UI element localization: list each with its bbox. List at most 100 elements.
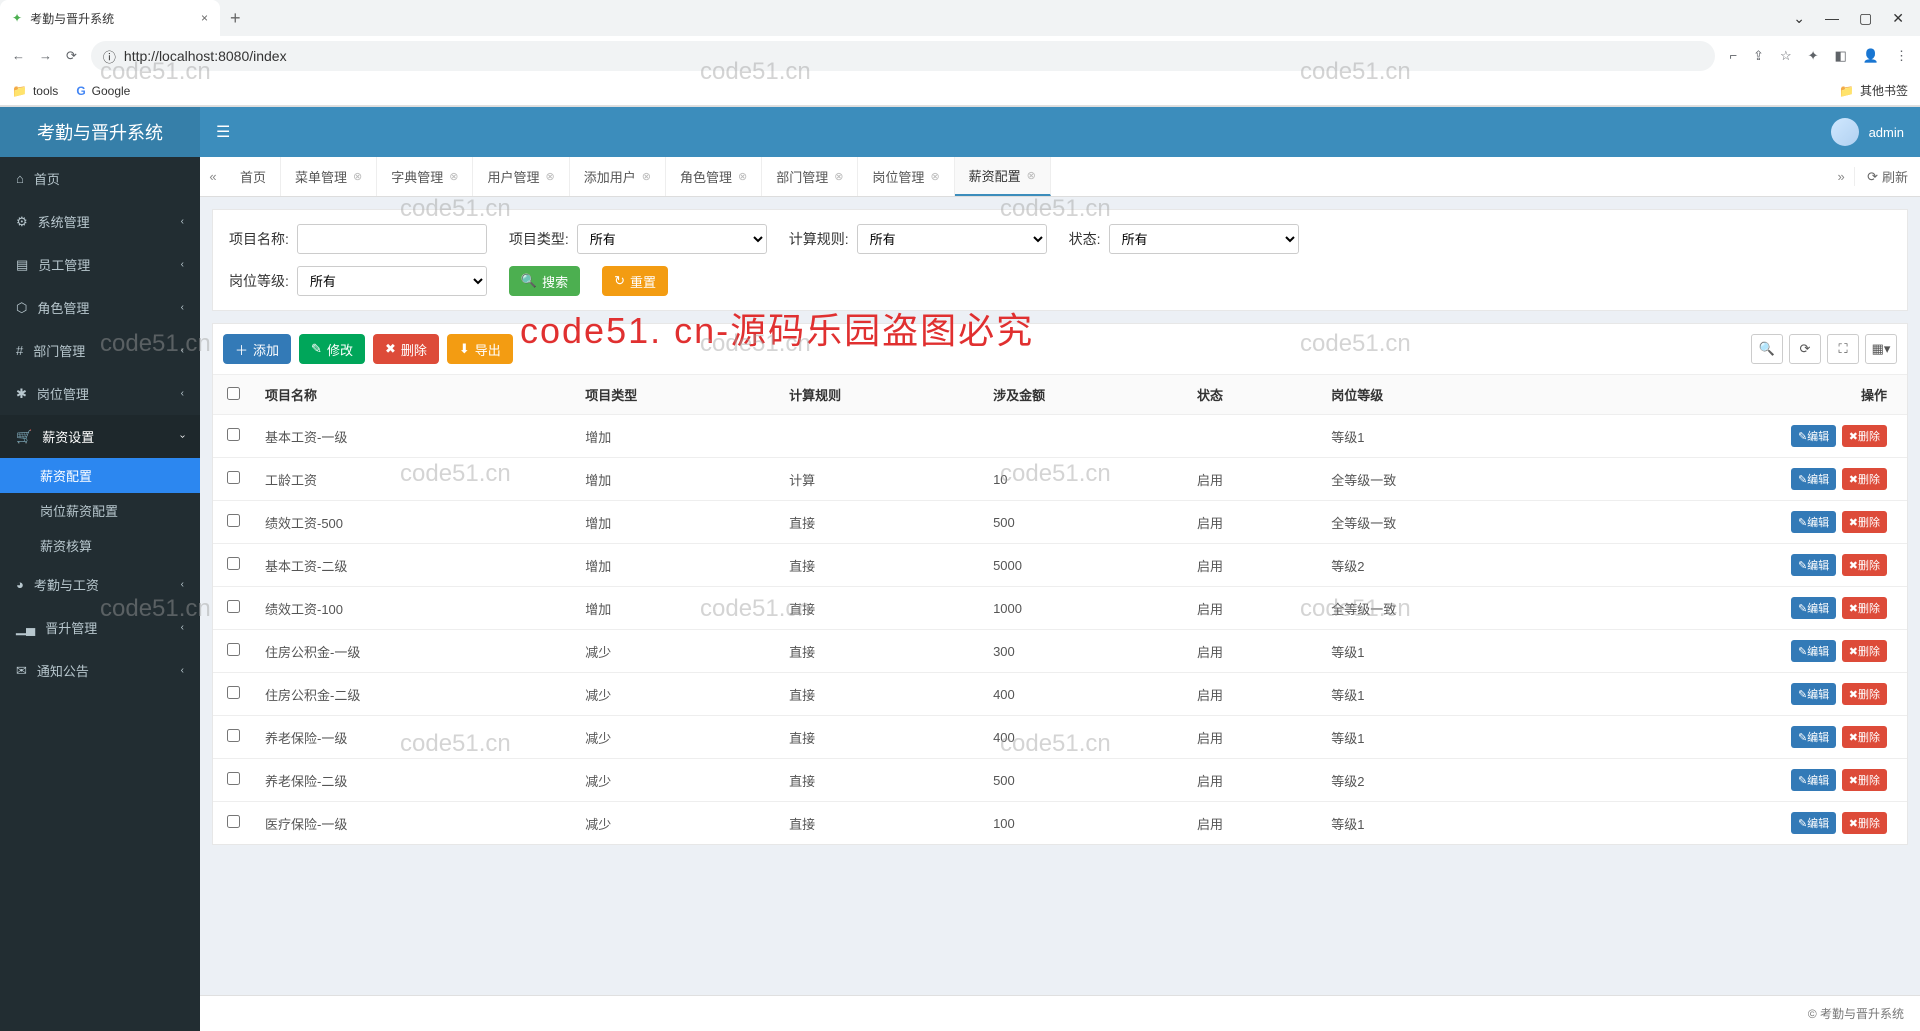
edit-button[interactable]: ✎修改	[299, 334, 365, 364]
row-delete-button[interactable]: ✖删除	[1842, 554, 1887, 576]
add-button[interactable]: ＋添加	[223, 334, 291, 364]
tab-8[interactable]: 薪资配置⊗	[955, 157, 1051, 196]
col-header-1[interactable]: 项目类型	[573, 375, 777, 415]
tab-close-icon[interactable]: ⊗	[449, 170, 458, 183]
tab-close-icon[interactable]: ⊗	[353, 170, 362, 183]
panel-icon[interactable]: ◧	[1835, 48, 1847, 64]
post-level-select[interactable]: 所有	[297, 266, 487, 296]
delete-button[interactable]: ✖删除	[373, 334, 439, 364]
row-edit-button[interactable]: ✎编辑	[1791, 597, 1836, 619]
row-edit-button[interactable]: ✎编辑	[1791, 425, 1836, 447]
row-checkbox[interactable]	[227, 514, 240, 527]
row-checkbox[interactable]	[227, 729, 240, 742]
tab-5[interactable]: 角色管理⊗	[666, 157, 762, 196]
table-row[interactable]: 基本工资-二级 增加 直接 5000 启用 等级2 ✎编辑 ✖删除	[213, 544, 1907, 587]
col-header-2[interactable]: 计算规则	[777, 375, 981, 415]
col-header-0[interactable]: 项目名称	[253, 375, 573, 415]
user-menu[interactable]: admin	[1815, 118, 1920, 146]
tab-close-icon[interactable]: ⊗	[738, 170, 747, 183]
row-delete-button[interactable]: ✖删除	[1842, 640, 1887, 662]
table-row[interactable]: 养老保险-二级 减少 直接 500 启用 等级2 ✎编辑 ✖删除	[213, 759, 1907, 802]
tab-0[interactable]: 首页	[226, 157, 281, 196]
bookmark-google[interactable]: GGoogle	[76, 84, 130, 98]
tabs-scroll-right-icon[interactable]: »	[1828, 169, 1854, 184]
row-edit-button[interactable]: ✎编辑	[1791, 683, 1836, 705]
sidebar-item-3[interactable]: ⬡角色管理‹	[0, 286, 200, 329]
table-row[interactable]: 基本工资-一级 增加 等级1 ✎编辑 ✖删除	[213, 415, 1907, 458]
col-header-6[interactable]: 操作	[1558, 375, 1907, 415]
app-brand[interactable]: 考勤与晋升系统	[0, 107, 200, 157]
col-header-5[interactable]: 岗位等级	[1319, 375, 1558, 415]
calc-rule-select[interactable]: 所有	[857, 224, 1047, 254]
tab-2[interactable]: 字典管理⊗	[377, 157, 473, 196]
profile-icon[interactable]: 👤	[1863, 48, 1879, 64]
row-delete-button[interactable]: ✖删除	[1842, 769, 1887, 791]
row-edit-button[interactable]: ✎编辑	[1791, 640, 1836, 662]
tab-close-icon[interactable]: ⊗	[642, 170, 651, 183]
table-search-icon[interactable]: 🔍	[1751, 334, 1783, 364]
project-name-input[interactable]	[297, 224, 487, 254]
row-checkbox[interactable]	[227, 815, 240, 828]
minimize-icon[interactable]: —	[1825, 10, 1839, 27]
row-edit-button[interactable]: ✎编辑	[1791, 554, 1836, 576]
tab-close-icon[interactable]: ⊗	[930, 170, 939, 183]
row-edit-button[interactable]: ✎编辑	[1791, 511, 1836, 533]
row-delete-button[interactable]: ✖删除	[1842, 425, 1887, 447]
status-select[interactable]: 所有	[1109, 224, 1299, 254]
table-row[interactable]: 医疗保险-一级 减少 直接 100 启用 等级1 ✎编辑 ✖删除	[213, 802, 1907, 845]
tabs-scroll-left-icon[interactable]: «	[200, 169, 226, 184]
chevron-down-icon[interactable]: ⌄	[1793, 10, 1805, 27]
row-checkbox[interactable]	[227, 643, 240, 656]
tab-7[interactable]: 岗位管理⊗	[858, 157, 954, 196]
row-delete-button[interactable]: ✖删除	[1842, 812, 1887, 834]
table-row[interactable]: 养老保险-一级 减少 直接 400 启用 等级1 ✎编辑 ✖删除	[213, 716, 1907, 759]
sidebar-item-7[interactable]: ◕考勤与工资‹	[0, 563, 200, 606]
sidebar-item-5[interactable]: ✱岗位管理‹	[0, 372, 200, 415]
col-header-4[interactable]: 状态	[1185, 375, 1319, 415]
table-row[interactable]: 绩效工资-100 增加 直接 1000 启用 全等级一致 ✎编辑 ✖删除	[213, 587, 1907, 630]
browser-tab-close-icon[interactable]: ×	[201, 11, 208, 25]
tab-close-icon[interactable]: ⊗	[1027, 169, 1036, 182]
table-fullscreen-icon[interactable]: ⛶	[1827, 334, 1859, 364]
table-row[interactable]: 绩效工资-500 增加 直接 500 启用 全等级一致 ✎编辑 ✖删除	[213, 501, 1907, 544]
tab-4[interactable]: 添加用户⊗	[570, 157, 666, 196]
sidebar-subitem-6-2[interactable]: 薪资核算	[0, 528, 200, 563]
sidebar-item-8[interactable]: ▁▄晋升管理‹	[0, 606, 200, 649]
tab-1[interactable]: 菜单管理⊗	[281, 157, 377, 196]
row-delete-button[interactable]: ✖删除	[1842, 683, 1887, 705]
row-delete-button[interactable]: ✖删除	[1842, 511, 1887, 533]
row-delete-button[interactable]: ✖删除	[1842, 597, 1887, 619]
reload-icon[interactable]: ⟳	[66, 48, 77, 64]
project-type-select[interactable]: 所有	[577, 224, 767, 254]
refresh-button[interactable]: ⟳ 刷新	[1854, 167, 1920, 186]
bookmark-folder-tools[interactable]: 📁tools	[12, 84, 58, 98]
row-checkbox[interactable]	[227, 557, 240, 570]
table-row[interactable]: 住房公积金-一级 减少 直接 300 启用 等级1 ✎编辑 ✖删除	[213, 630, 1907, 673]
sidebar-subitem-6-0[interactable]: 薪资配置	[0, 458, 200, 493]
new-tab-button[interactable]: +	[220, 8, 251, 29]
col-header-3[interactable]: 涉及金额	[981, 375, 1185, 415]
maximize-icon[interactable]: ▢	[1859, 10, 1872, 27]
key-icon[interactable]: ⌐	[1729, 48, 1737, 64]
tab-3[interactable]: 用户管理⊗	[473, 157, 569, 196]
extensions-icon[interactable]: ✦	[1808, 48, 1819, 64]
reset-button[interactable]: ↻重置	[602, 266, 668, 296]
browser-tab[interactable]: ✦ 考勤与晋升系统 ×	[0, 0, 220, 36]
bookmark-other[interactable]: 📁其他书签	[1839, 82, 1908, 99]
row-delete-button[interactable]: ✖删除	[1842, 726, 1887, 748]
close-icon[interactable]: ✕	[1892, 10, 1904, 27]
sidebar-item-2[interactable]: ▤员工管理‹	[0, 243, 200, 286]
menu-icon[interactable]: ⋮	[1895, 48, 1908, 64]
tab-close-icon[interactable]: ⊗	[834, 170, 843, 183]
hamburger-icon[interactable]: ☰	[200, 122, 246, 142]
row-edit-button[interactable]: ✎编辑	[1791, 468, 1836, 490]
row-edit-button[interactable]: ✎编辑	[1791, 726, 1836, 748]
row-edit-button[interactable]: ✎编辑	[1791, 769, 1836, 791]
table-row[interactable]: 工龄工资 增加 计算 10 启用 全等级一致 ✎编辑 ✖删除	[213, 458, 1907, 501]
row-delete-button[interactable]: ✖删除	[1842, 468, 1887, 490]
row-checkbox[interactable]	[227, 471, 240, 484]
url-input[interactable]	[124, 48, 1704, 64]
sidebar-item-1[interactable]: ⚙系统管理‹	[0, 200, 200, 243]
share-icon[interactable]: ⇪	[1753, 48, 1764, 64]
export-button[interactable]: ⬇导出	[447, 334, 513, 364]
